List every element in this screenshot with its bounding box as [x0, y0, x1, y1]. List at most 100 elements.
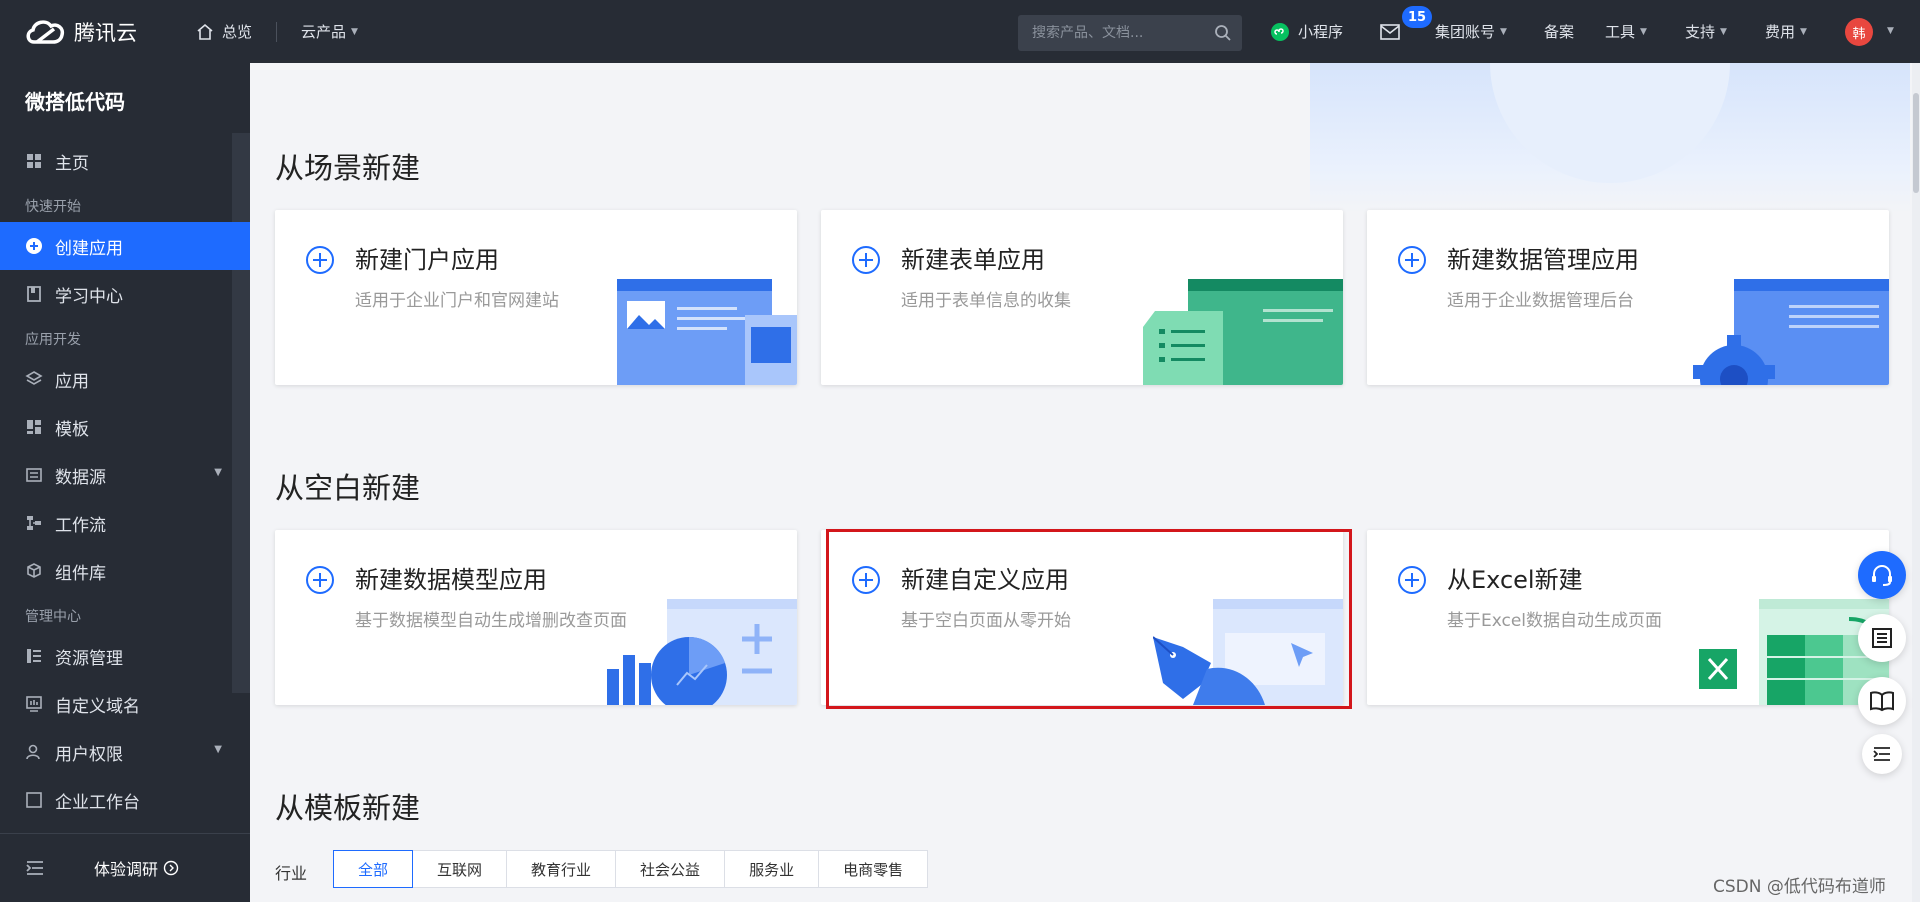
sidebar-item-user-permissions[interactable]: 用户权限 ▼	[0, 728, 250, 776]
card-new-from-excel[interactable]: 从Excel新建 基于Excel数据自动生成页面	[1367, 530, 1889, 705]
sidebar: 微搭低代码 主页 快速开始 创建应用 学习中心 应用开发 应用 模板 数据源 ▼…	[0, 63, 250, 902]
chevron-down-icon: ▼	[1500, 26, 1507, 37]
nav-mini-program[interactable]: 小程序	[1270, 0, 1343, 63]
nav-overview[interactable]: 总览	[196, 21, 252, 42]
sidebar-item-label: 用户权限	[55, 744, 123, 765]
support-label: 支持	[1685, 23, 1716, 41]
card-description: 基于数据模型自动生成增删改查页面	[355, 611, 627, 631]
messages-button[interactable]	[1380, 0, 1400, 63]
industry-filter-label: 行业	[275, 864, 308, 883]
customer-service-button[interactable]	[1858, 551, 1906, 599]
mini-program-label: 小程序	[1298, 23, 1344, 41]
card-title: 新建数据模型应用	[355, 566, 547, 594]
arrow-circle-icon	[163, 860, 179, 876]
filter-tab-all[interactable]: 全部	[333, 850, 414, 888]
cloud-logo-icon	[26, 19, 65, 44]
data-management-illustration	[1693, 279, 1889, 385]
card-title: 新建表单应用	[901, 246, 1045, 274]
sidebar-item-templates[interactable]: 模板	[0, 403, 250, 451]
chevron-down-icon: ▼	[1800, 26, 1807, 37]
collapse-menu-icon[interactable]	[26, 860, 44, 876]
industry-filter-tabs: 全部 互联网 教育行业 社会公益 服务业 电商零售	[333, 850, 929, 888]
section-title-blank: 从空白新建	[275, 471, 421, 505]
component-icon	[25, 562, 43, 580]
sidebar-item-learning-center[interactable]: 学习中心	[0, 270, 250, 318]
book-icon	[25, 285, 43, 303]
data-model-illustration	[607, 599, 797, 705]
search-box[interactable]	[1018, 15, 1242, 51]
nav-fees[interactable]: 费用 ▼	[1765, 0, 1807, 63]
avatar[interactable]: 韩	[1845, 18, 1873, 46]
document-list-button[interactable]	[1858, 614, 1906, 662]
nav-cloud-products[interactable]: 云产品 ▼	[301, 21, 358, 42]
section-title-template: 从模板新建	[275, 791, 421, 825]
brand-name: 腾讯云	[74, 20, 137, 45]
sidebar-group-app-dev: 应用开发	[25, 332, 81, 348]
filter-tab-public-welfare[interactable]: 社会公益	[616, 850, 726, 888]
sidebar-item-create-app[interactable]: 创建应用	[0, 222, 250, 270]
sidebar-item-workflow[interactable]: 工作流	[0, 499, 250, 547]
sidebar-item-apps[interactable]: 应用	[0, 355, 250, 403]
plus-circle-icon	[25, 237, 43, 255]
filter-tab-ecommerce[interactable]: 电商零售	[819, 850, 929, 888]
outline-button[interactable]	[1862, 734, 1902, 774]
sidebar-item-workbench[interactable]: 企业工作台	[0, 776, 250, 824]
manual-button[interactable]	[1858, 677, 1906, 725]
card-title: 新建门户应用	[355, 246, 499, 274]
filter-tab-education[interactable]: 教育行业	[507, 850, 617, 888]
document-list-icon	[1872, 628, 1892, 648]
sidebar-item-custom-domain[interactable]: 自定义域名	[0, 680, 250, 728]
nav-divider	[276, 21, 278, 42]
filter-tab-internet[interactable]: 互联网	[413, 850, 508, 888]
card-description: 适用于企业门户和官网建站	[355, 291, 559, 311]
sidebar-item-home[interactable]: 主页	[0, 137, 250, 185]
main-content: 从场景新建 新建门户应用 适用于企业门户和官网建站 新建表单应用 适用于表单信息…	[250, 63, 1920, 902]
card-new-data-management-app[interactable]: 新建数据管理应用 适用于企业数据管理后台	[1367, 210, 1889, 385]
mail-icon	[1380, 23, 1400, 40]
chevron-down-icon[interactable]: ▼	[1887, 26, 1894, 36]
filter-tab-service[interactable]: 服务业	[725, 850, 820, 888]
scrollbar-thumb[interactable]	[1913, 93, 1919, 193]
search-input[interactable]	[1032, 25, 1202, 41]
plus-circle-icon	[306, 566, 334, 594]
sidebar-item-label: 模板	[55, 419, 89, 440]
brand-logo[interactable]: 腾讯云	[24, 17, 154, 47]
card-new-form-app[interactable]: 新建表单应用 适用于表单信息的收集	[821, 210, 1343, 385]
plus-circle-icon	[1398, 566, 1426, 594]
card-description: 适用于表单信息的收集	[901, 291, 1071, 311]
nav-beian[interactable]: 备案	[1544, 0, 1574, 63]
sidebar-item-label: 自定义域名	[55, 696, 140, 717]
nav-products-label: 云产品	[301, 23, 347, 41]
card-title: 新建数据管理应用	[1447, 246, 1639, 274]
plus-circle-icon	[1398, 246, 1426, 274]
sidebar-item-label: 工作流	[55, 515, 106, 536]
notification-badge: 15	[1402, 6, 1432, 28]
nav-overview-label: 总览	[222, 23, 253, 41]
sidebar-item-resources[interactable]: 资源管理	[0, 632, 250, 680]
top-navbar: 腾讯云 总览 云产品 ▼ 小程序 15 集团账号 ▼ 备案 工具 ▼ 支持 ▼ …	[0, 0, 1920, 63]
feedback-survey-link[interactable]: 体验调研	[94, 856, 179, 880]
sidebar-item-label: 数据源	[55, 467, 106, 488]
sidebar-item-label: 组件库	[55, 563, 106, 584]
search-icon[interactable]	[1214, 24, 1232, 42]
card-new-data-model-app[interactable]: 新建数据模型应用 基于数据模型自动生成增删改查页面	[275, 530, 797, 705]
sidebar-item-components[interactable]: 组件库	[0, 547, 250, 595]
monitor-icon	[25, 695, 43, 713]
feedback-label: 体验调研	[94, 860, 159, 879]
fees-label: 费用	[1765, 23, 1796, 41]
sidebar-group-quick-start: 快速开始	[25, 199, 81, 215]
chevron-down-icon: ▼	[351, 26, 358, 37]
open-book-icon	[1870, 691, 1894, 712]
card-title: 从Excel新建	[1447, 566, 1583, 594]
main-scrollbar[interactable]	[1912, 63, 1920, 902]
nav-tools[interactable]: 工具 ▼	[1605, 0, 1647, 63]
nav-support[interactable]: 支持 ▼	[1685, 0, 1727, 63]
nav-group-account[interactable]: 集团账号 ▼	[1435, 0, 1507, 63]
chevron-down-icon: ▼	[214, 744, 222, 755]
sidebar-item-datasource[interactable]: 数据源 ▼	[0, 451, 250, 499]
mini-program-icon	[1271, 22, 1289, 41]
sidebar-item-label: 主页	[55, 153, 89, 174]
card-new-portal-app[interactable]: 新建门户应用 适用于企业门户和官网建站	[275, 210, 797, 385]
list-icon	[25, 647, 43, 665]
database-icon	[25, 466, 43, 484]
